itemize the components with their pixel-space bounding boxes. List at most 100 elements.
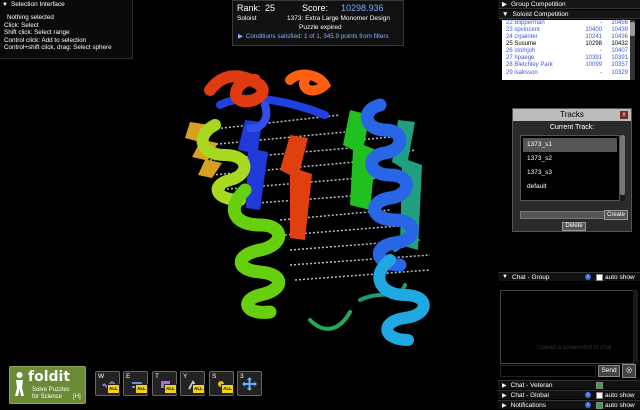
tweak-all-button[interactable]: T ALL [152, 371, 177, 396]
player-current-score: 10391 [585, 55, 602, 61]
player-name: 29 isaksson [506, 70, 538, 76]
leaderboard-row[interactable]: 22 Blipperman - 10456 [504, 20, 628, 27]
player-best-score: 10357 [611, 62, 628, 68]
selection-help-line: Click: Select [4, 21, 39, 29]
player-name: 26 stomjoh [506, 48, 536, 54]
chat-scrollbar[interactable] [633, 290, 638, 362]
selection-interface-header[interactable]: ▼ Selection Interface [2, 1, 65, 8]
scrollbar-thumb[interactable] [620, 135, 625, 195]
collapse-caret-icon[interactable]: ▼ [2, 2, 8, 8]
veteran-checkbox[interactable] [596, 382, 603, 389]
player-best-score: 10456 [611, 20, 628, 26]
sidechain-all-button[interactable]: S ALL [209, 371, 234, 396]
new-track-name-input[interactable] [520, 211, 612, 219]
player-current-score: 10241 [585, 34, 602, 40]
soloist-leaderboard: 22 Blipperman - 10456 23 spvincent 10400… [502, 20, 630, 80]
leaderboard-row[interactable]: 29 isaksson - 10329 [504, 70, 628, 77]
current-track-label: Current Track: [549, 124, 595, 131]
all-badge: ALL [135, 384, 148, 394]
chat-options-icon[interactable]: ◎ [622, 364, 636, 378]
conditions-toggle[interactable]: ▶ Conditions satisfied: 1 of 1, 345.9 po… [238, 33, 389, 40]
scrollbar-thumb[interactable] [630, 22, 635, 36]
selection-help-line: Control click: Add to selection [4, 36, 87, 44]
player-current-score: - [600, 20, 602, 26]
close-icon[interactable]: x [620, 111, 628, 119]
leaderboard-row[interactable]: 23 spvincent 10400 10439 [504, 27, 628, 34]
player-current-score: - [600, 70, 602, 76]
selection-help-line: Control+shift click, drag: Select sphere [4, 44, 112, 52]
player-current-score: 10099 [585, 62, 602, 68]
player-best-score: 10329 [611, 70, 628, 76]
create-track-button[interactable]: Create [604, 210, 628, 220]
logo-tagline: Solve Puzzles [32, 387, 70, 393]
tracks-panel: Tracks x Current Track: 1373_s1 1373_s2 … [512, 108, 632, 232]
chat-group-header[interactable]: ▼ Chat - Group i auto show [498, 272, 640, 281]
track-list-scrollbar[interactable] [620, 135, 625, 201]
collapse-arrow-icon: ▼ [502, 274, 508, 280]
rank-label: Rank: [237, 3, 261, 13]
foldit-logo[interactable]: foldit Solve Puzzles for Science [H] [9, 366, 86, 404]
info-icon[interactable]: i [585, 274, 591, 280]
all-badge: ALL [107, 384, 120, 394]
wiggle-all-button[interactable]: W ALL [95, 371, 120, 396]
conditions-text: Conditions satisfied: 1 of 1, 345.9 poin… [245, 33, 389, 40]
info-icon[interactable]: i [585, 392, 591, 398]
player-name: 23 spvincent [506, 27, 540, 33]
info-icon[interactable]: i [585, 402, 591, 408]
selection-help-line: Shift click: Select range [4, 29, 70, 37]
player-name: 22 Blipperman [506, 20, 545, 26]
send-button[interactable]: Send [598, 365, 620, 377]
soloist-competition-header[interactable]: ▼ Soloist Competition [498, 10, 640, 19]
selection-help-text: Nothing selected Click: Select Shift cli… [4, 14, 112, 52]
chat-veteran-label: Chat - Veteran [510, 381, 553, 389]
track-item[interactable]: 1373_s3 [523, 166, 617, 180]
expand-arrow-icon: ▶ [502, 392, 507, 399]
shake-all-button[interactable]: E ALL [123, 371, 148, 396]
leaderboard-row[interactable]: 24 crpainter 10241 10436 [504, 34, 628, 41]
move-tool-button[interactable]: 3 [237, 371, 262, 396]
leaderboard-row[interactable]: 27 hpaege 10391 10391 [504, 55, 628, 62]
player-name: 24 crpainter [506, 34, 538, 40]
chat-input[interactable] [500, 365, 596, 377]
player-current-score: - [600, 48, 602, 54]
rebuild-all-button[interactable]: Y ALL [180, 371, 205, 396]
track-item-selected[interactable]: 1373_s1 [523, 138, 617, 152]
notifications-label: Notifications [510, 401, 547, 409]
player-best-score: 10439 [611, 27, 628, 33]
competition-panel: ▶ Group Competition ▼ Soloist Competitio… [498, 0, 640, 82]
chat-group-messages[interactable]: Upload a screenshot to chat [500, 290, 634, 364]
tracks-title: Tracks [513, 109, 631, 121]
auto-show-label: auto show [605, 392, 635, 399]
expand-arrow-icon: ▶ [502, 1, 507, 8]
leaderboard-row[interactable]: 28 Bletchley Park 10099 10357 [504, 62, 628, 69]
track-item[interactable]: 1373_s2 [523, 152, 617, 166]
rank-value: 25 [265, 3, 276, 13]
player-name: 27 hpaege [506, 55, 535, 61]
auto-show-checkbox[interactable] [596, 392, 603, 399]
collapse-arrow-icon: ▼ [502, 10, 509, 18]
foldit-figure-icon [15, 372, 24, 396]
chat-global-header[interactable]: ▶ Chat - Global i auto show [498, 390, 640, 399]
foldit-brand: foldit [28, 369, 71, 385]
leaderboard-row[interactable]: 26 stomjoh - 10407 [504, 48, 628, 55]
track-item[interactable]: default [523, 180, 617, 194]
puzzle-title: 1373: Extra Large Monomer Design [287, 15, 390, 22]
score-panel: Rank: 25 Score: 10298.936 Soloist 1373: … [232, 0, 404, 46]
leaderboard-scrollbar[interactable] [630, 20, 635, 80]
help-hotkey: [H] [73, 394, 81, 400]
all-badge: ALL [164, 384, 177, 394]
selection-help-line: Nothing selected [7, 14, 54, 21]
protein-3d-viewport[interactable] [150, 50, 480, 400]
delete-track-button[interactable]: Delete [562, 222, 586, 231]
notifications-header[interactable]: ▶ Notifications i auto show [498, 400, 640, 409]
expand-arrow-icon: ▶ [502, 382, 507, 389]
group-competition-header[interactable]: ▶ Group Competition [498, 0, 640, 9]
auto-show-checkbox[interactable] [596, 274, 603, 281]
player-current-score: 10298 [585, 41, 602, 47]
player-best-score: 10407 [611, 48, 628, 54]
leaderboard-row-current-player[interactable]: 25 Susume 10298 10432 [504, 41, 628, 48]
selection-interface-panel: ▼ Selection Interface Nothing selected C… [0, 0, 133, 59]
auto-show-checkbox[interactable] [596, 402, 603, 409]
chat-veteran-header[interactable]: ▶ Chat - Veteran [498, 380, 640, 389]
mode-label: Soloist [237, 15, 257, 22]
